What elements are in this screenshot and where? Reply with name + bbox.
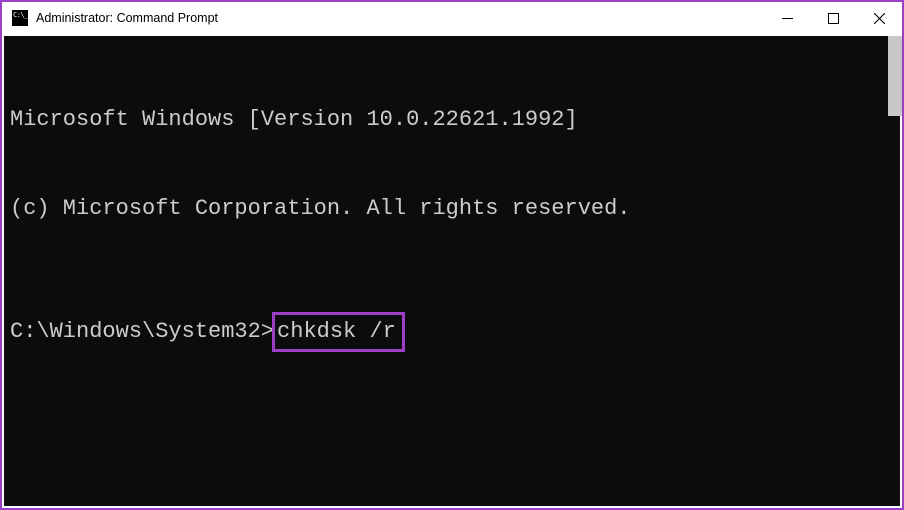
titlebar[interactable]: Administrator: Command Prompt <box>2 2 902 34</box>
terminal-content: Microsoft Windows [Version 10.0.22621.19… <box>4 36 900 411</box>
app-icon <box>12 10 28 26</box>
command-input[interactable]: chkdsk /r <box>277 319 396 344</box>
close-button[interactable] <box>856 2 902 34</box>
close-icon <box>874 13 885 24</box>
output-line: Microsoft Windows [Version 10.0.22621.19… <box>10 105 900 135</box>
minimize-icon <box>782 13 793 24</box>
output-line: (c) Microsoft Corporation. All rights re… <box>10 194 900 224</box>
prompt-line: C:\Windows\System32>chkdsk /r <box>10 312 900 352</box>
maximize-icon <box>828 13 839 24</box>
window-controls <box>764 2 902 34</box>
window-frame: Administrator: Command Prompt M <box>0 0 904 510</box>
maximize-button[interactable] <box>810 2 856 34</box>
terminal[interactable]: Microsoft Windows [Version 10.0.22621.19… <box>4 36 900 506</box>
window-title: Administrator: Command Prompt <box>36 11 218 25</box>
minimize-button[interactable] <box>764 2 810 34</box>
scrollbar-thumb[interactable] <box>888 36 902 116</box>
prompt-path: C:\Windows\System32> <box>10 317 274 347</box>
command-highlight: chkdsk /r <box>272 312 405 352</box>
